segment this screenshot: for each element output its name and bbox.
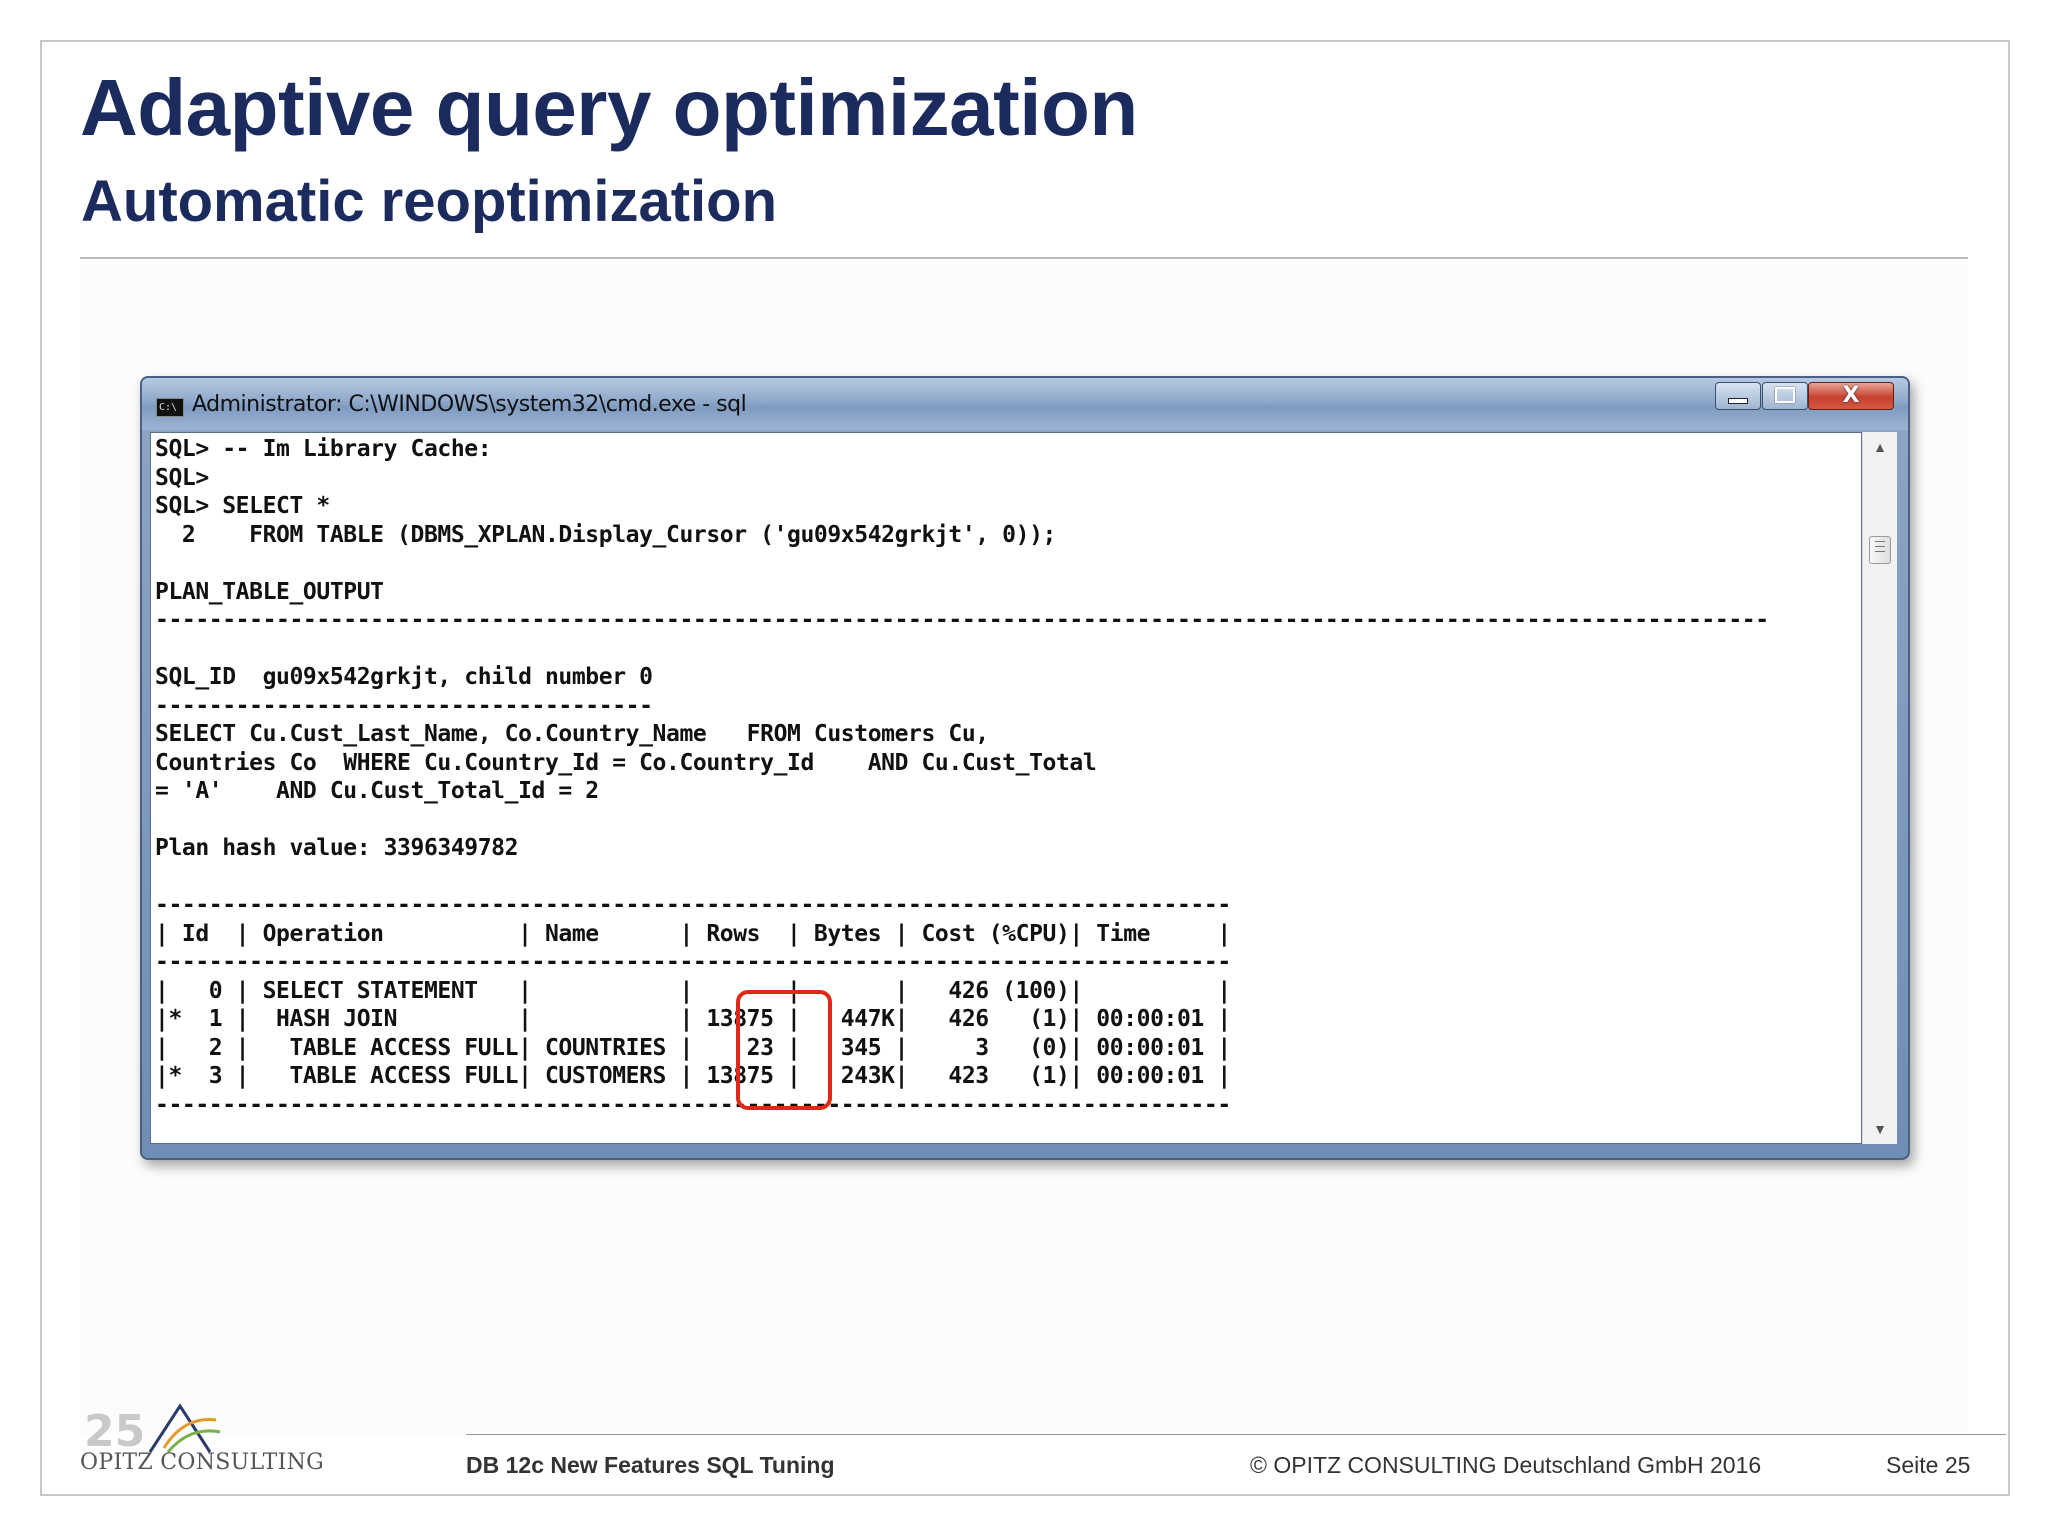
plan-table-row: | 2 | TABLE ACCESS FULL| COUNTRIES | 23 … (155, 1034, 1231, 1061)
console-separator: ------------------------------------- (155, 692, 653, 719)
window-title: Administrator: C:\WINDOWS\system32\cmd.e… (192, 392, 747, 417)
scroll-thumb[interactable] (1869, 536, 1891, 564)
console-line: Plan hash value: 3396349782 (155, 835, 519, 861)
cmd-window[interactable]: C:\ Administrator: C:\WINDOWS\system32\c… (140, 376, 1910, 1160)
company-logo: 25 OPITZ CONSULTING (80, 1398, 324, 1478)
maximize-icon (1775, 387, 1795, 403)
console-line: 2 FROM TABLE (DBMS_XPLAN.Display_Cursor … (155, 521, 1056, 548)
maximize-button[interactable] (1762, 382, 1808, 410)
close-button[interactable]: X (1808, 382, 1894, 410)
minimize-icon (1728, 398, 1748, 404)
footer-course-title: DB 12c New Features SQL Tuning (466, 1452, 835, 1478)
plan-table-header: | Id | Operation | Name | Rows | Bytes |… (155, 920, 1231, 947)
cmd-icon: C:\ (156, 398, 184, 417)
console-text: SQL> -- Im Library Cache: SQL> SQL> SELECT… (155, 435, 1769, 1119)
window-titlebar[interactable]: C:\ Administrator: C:\WINDOWS\system32\c… (142, 378, 1908, 430)
console-output[interactable]: SQL> -- Im Library Cache: SQL> SQL> SELECT… (150, 432, 1862, 1144)
rows-highlight-box (736, 990, 832, 1110)
plan-table-border: ----------------------------------------… (155, 892, 1231, 918)
console-line: = 'A' AND Cu.Cust_Total_Id = 2 (155, 778, 599, 804)
console-line: Countries Co WHERE Cu.Country_Id = Co.Co… (155, 749, 1097, 776)
slide-subtitle: Automatic reoptimization (81, 169, 778, 234)
console-line: PLAN_TABLE_OUTPUT (155, 578, 384, 605)
plan-table-border: ----------------------------------------… (155, 949, 1231, 975)
plan-table-row: |* 1 | HASH JOIN | | 13875 | 447K| 426 (… (155, 1006, 1231, 1032)
plan-table-border: ----------------------------------------… (155, 1091, 1231, 1118)
console-line: SELECT Cu.Cust_Last_Name, Co.Country_Nam… (155, 721, 989, 747)
console-line: SQL> SELECT * (155, 493, 330, 519)
logo-badge: 25 (84, 1406, 145, 1454)
footer-divider (466, 1434, 2006, 1435)
plan-table-row: | 0 | SELECT STATEMENT | | | | 426 (100)… (155, 977, 1231, 1004)
close-icon: X (1842, 383, 1860, 408)
vertical-scrollbar[interactable]: ▲ ▼ (1862, 432, 1897, 1144)
plan-table-row: |* 3 | TABLE ACCESS FULL| CUSTOMERS | 13… (155, 1063, 1231, 1089)
console-line: SQL_ID gu09x542grkjt, child number 0 (155, 664, 653, 690)
console-separator: ----------------------------------------… (155, 607, 1769, 633)
scroll-down-icon[interactable]: ▼ (1863, 1114, 1897, 1144)
slide-title: Adaptive query optimization (80, 63, 1138, 152)
footer-copyright: © OPITZ CONSULTING Deutschland GmbH 2016 (1250, 1452, 1762, 1478)
minimize-button[interactable] (1715, 382, 1761, 410)
console-line: SQL> (155, 464, 209, 491)
logo-mark-icon: 25 (84, 1403, 221, 1457)
console-line: SQL> -- Im Library Cache: (155, 436, 492, 462)
logo-text: OPITZ CONSULTING (80, 1450, 325, 1475)
scroll-up-icon[interactable]: ▲ (1863, 432, 1897, 462)
footer-page-number: Seite 25 (1886, 1452, 1971, 1478)
title-divider (80, 257, 1968, 259)
